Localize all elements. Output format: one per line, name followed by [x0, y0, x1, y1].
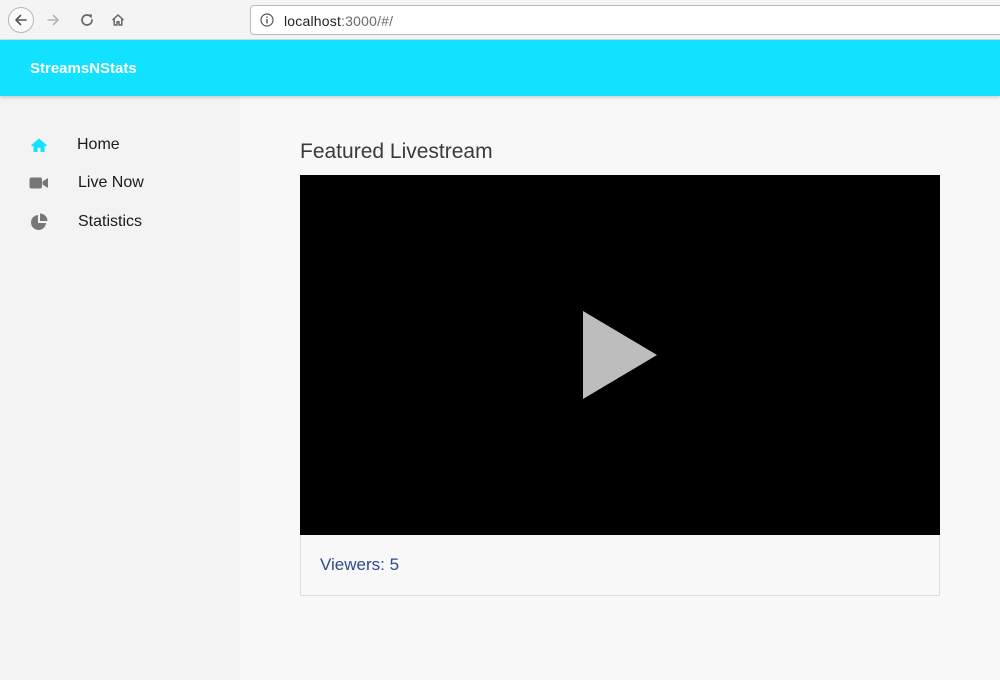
browser-toolbar: localhost:3000/#/: [0, 0, 1000, 40]
video-camera-icon: [29, 174, 49, 192]
forward-button[interactable]: [40, 7, 66, 33]
back-button[interactable]: [8, 7, 34, 33]
play-icon[interactable]: [582, 311, 658, 399]
info-icon[interactable]: [260, 13, 274, 27]
main-content: Featured Livestream Viewers: 5: [240, 96, 1000, 680]
pie-chart-icon: [29, 213, 49, 231]
sidebar-item-label: Statistics: [78, 213, 143, 230]
sidebar-item-label: Live Now: [78, 174, 144, 191]
home-icon: [111, 14, 125, 26]
sidebar-item-home[interactable]: Home: [0, 128, 240, 162]
stream-info-card: Viewers: 5: [300, 535, 940, 596]
sidebar-item-live-now[interactable]: Live Now: [0, 166, 240, 200]
url-host: localhost: [284, 13, 342, 29]
reload-icon: [81, 14, 93, 26]
url-text[interactable]: localhost:3000/#/: [284, 13, 393, 29]
forward-arrow-icon: [47, 14, 59, 26]
sidebar: Home Live Now Statistics: [0, 96, 240, 680]
address-bar[interactable]: localhost:3000/#/: [250, 5, 1000, 35]
back-arrow-icon: [15, 14, 27, 26]
sidebar-item-statistics[interactable]: Statistics: [0, 205, 240, 239]
reload-button[interactable]: [74, 7, 100, 33]
app-header: StreamsNStats: [0, 40, 1000, 96]
url-path: :3000/#/: [341, 13, 394, 29]
viewer-count: Viewers: 5: [320, 555, 400, 574]
browser-home-button[interactable]: [105, 7, 131, 33]
sidebar-item-label: Home: [77, 136, 120, 153]
page-title: Featured Livestream: [300, 140, 493, 163]
video-player[interactable]: [300, 175, 940, 535]
brand-logo-text[interactable]: StreamsNStats: [30, 60, 137, 77]
home-icon: [29, 136, 49, 154]
